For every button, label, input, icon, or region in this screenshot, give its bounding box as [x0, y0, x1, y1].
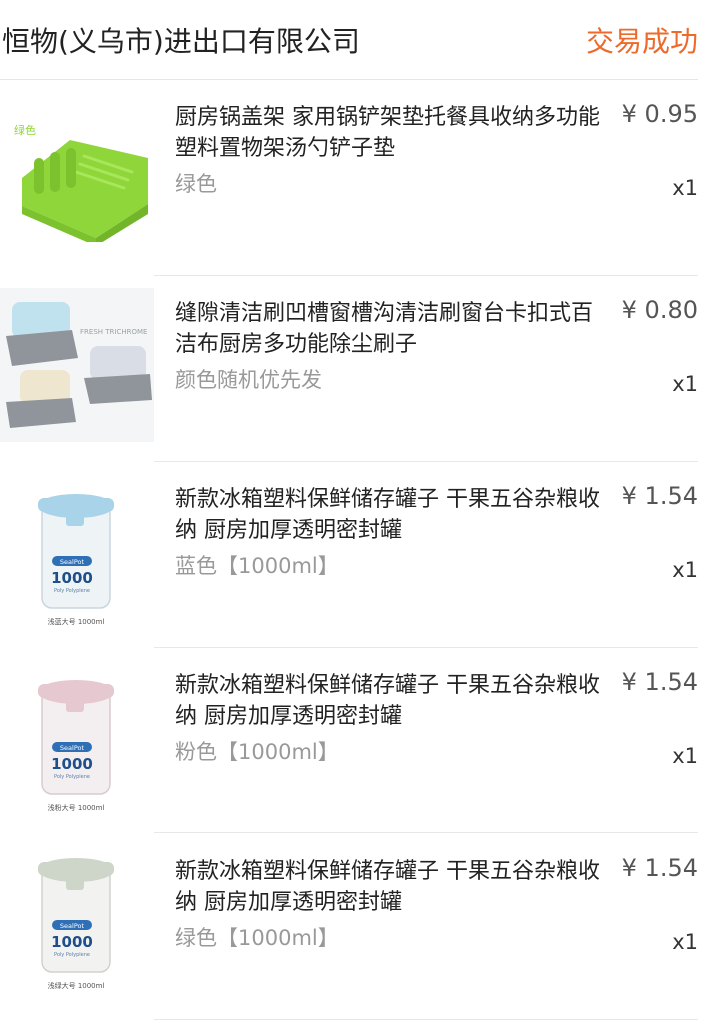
shop-name[interactable]: 恒物(义乌市)进出口有限公司 [2, 20, 360, 60]
svg-text:SealPot: SealPot [60, 922, 85, 930]
storage-jar-image: SealPot 1000 Poly Polyplene 浅粉大号 1000ml [0, 668, 154, 822]
storage-jar-image: SealPot 1000 Poly Polyplene 浅绿大号 1000ml [0, 846, 154, 1000]
svg-text:Poly Polyplene: Poly Polyplene [54, 588, 90, 594]
svg-text:1000: 1000 [51, 755, 93, 773]
product-price: ¥ 1.54 [621, 854, 698, 882]
product-image[interactable]: FRESH TRICHROME [0, 288, 154, 442]
product-quantity: x1 [672, 930, 698, 954]
svg-text:1000: 1000 [51, 933, 93, 951]
image-label: 浅绿大号 1000ml [48, 981, 105, 990]
product-title[interactable]: 厨房锅盖架 家用锅铲架垫托餐具收纳多功能塑料置物架汤勺铲子垫 [175, 102, 607, 164]
product-sku: 绿色【1000ml】 [175, 926, 339, 950]
order-item[interactable]: SealPot 1000 Poly Polyplene 浅蓝大号 1000ml … [0, 462, 720, 648]
item-divider [154, 1019, 698, 1020]
product-image[interactable]: SealPot 1000 Poly Polyplene 浅粉大号 1000ml [0, 668, 154, 822]
product-sku: 颜色随机优先发 [175, 368, 322, 392]
product-quantity: x1 [672, 372, 698, 396]
product-sku: 粉色【1000ml】 [175, 740, 339, 764]
product-image[interactable]: 绿色 [0, 88, 154, 242]
svg-text:1000: 1000 [51, 569, 93, 587]
svg-text:SealPot: SealPot [60, 744, 85, 752]
product-quantity: x1 [672, 558, 698, 582]
product-price: ¥ 1.54 [621, 668, 698, 696]
product-title[interactable]: 新款冰箱塑料保鲜储存罐子 干果五谷杂粮收纳 厨房加厚透明密封罐 [175, 856, 607, 918]
product-sku: 绿色 [175, 172, 217, 196]
order-item[interactable]: 绿色 厨房锅盖架 家用锅铲架垫托餐具收纳多功能塑料置物架汤勺铲子垫 绿色 ¥ 0… [0, 80, 720, 276]
image-label: FRESH TRICHROME [80, 328, 147, 336]
product-title[interactable]: 新款冰箱塑料保鲜储存罐子 干果五谷杂粮收纳 厨房加厚透明密封罐 [175, 484, 607, 546]
order-item[interactable]: SealPot 1000 Poly Polyplene 浅绿大号 1000ml … [0, 834, 720, 1020]
order-status: 交易成功 [585, 25, 698, 58]
image-label: 浅蓝大号 1000ml [48, 617, 105, 626]
item-divider [154, 832, 698, 833]
product-quantity: x1 [672, 744, 698, 768]
product-price: ¥ 1.54 [621, 482, 698, 510]
svg-text:Poly Polyplene: Poly Polyplene [54, 774, 90, 780]
product-price: ¥ 0.80 [621, 296, 698, 324]
product-price: ¥ 0.95 [621, 100, 698, 128]
product-quantity: x1 [672, 176, 698, 200]
product-title[interactable]: 缝隙清洁刷凹槽窗槽沟清洁刷窗台卡扣式百洁布厨房多功能除尘刷子 [175, 298, 607, 360]
order-item[interactable]: FRESH TRICHROME 缝隙清洁刷凹槽窗槽沟清洁刷窗台卡扣式百洁布厨房多… [0, 276, 720, 462]
order-header: 恒物(义乌市)进出口有限公司 交易成功 [0, 0, 720, 80]
cleaning-brush-image: FRESH TRICHROME [0, 288, 154, 442]
product-image[interactable]: SealPot 1000 Poly Polyplene 浅绿大号 1000ml [0, 846, 154, 1000]
product-sku: 蓝色【1000ml】 [175, 554, 339, 578]
product-image[interactable]: SealPot 1000 Poly Polyplene 浅蓝大号 1000ml [0, 482, 154, 636]
spoon-rest-image: 绿色 [0, 88, 154, 242]
svg-text:Poly Polyplene: Poly Polyplene [54, 952, 90, 958]
image-label: 绿色 [14, 123, 36, 137]
storage-jar-image: SealPot 1000 Poly Polyplene 浅蓝大号 1000ml [0, 482, 154, 636]
order-item[interactable]: SealPot 1000 Poly Polyplene 浅粉大号 1000ml … [0, 648, 720, 834]
image-label: 浅粉大号 1000ml [48, 803, 105, 812]
product-title[interactable]: 新款冰箱塑料保鲜储存罐子 干果五谷杂粮收纳 厨房加厚透明密封罐 [175, 670, 607, 732]
svg-text:SealPot: SealPot [60, 558, 85, 566]
